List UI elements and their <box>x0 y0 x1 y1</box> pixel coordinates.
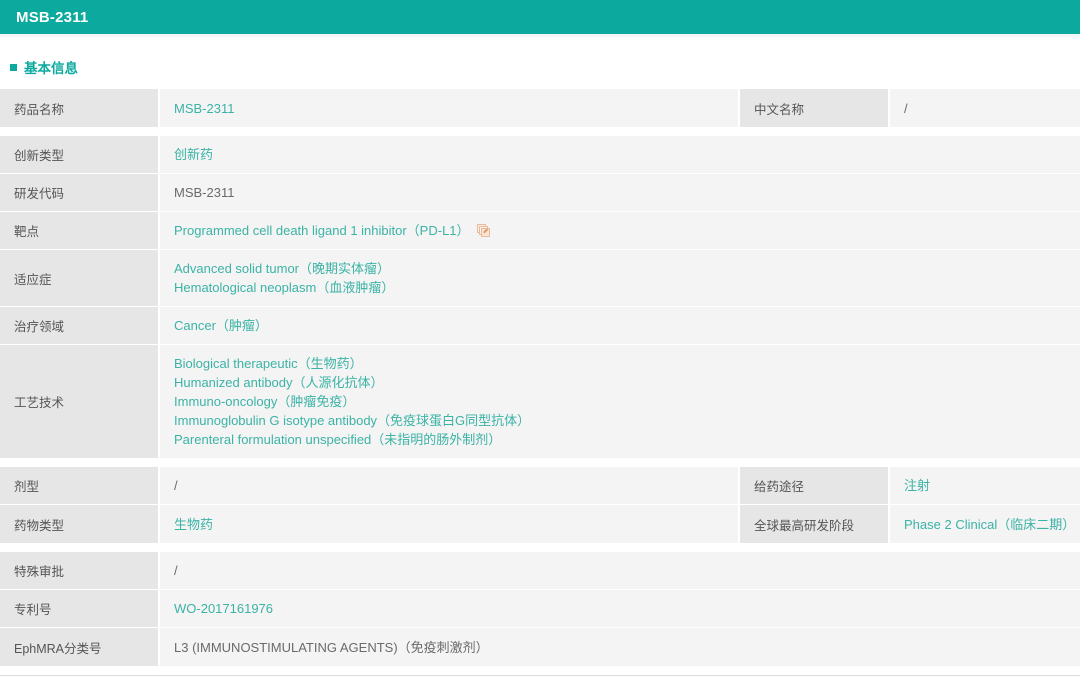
table-cell-label: 中文名称 <box>738 89 890 127</box>
table-cell-value: / <box>160 552 1080 589</box>
value-link[interactable]: Hematological neoplasm（血液肿瘤） <box>174 278 1080 297</box>
table-row: EphMRA分类号 L3 (IMMUNOSTIMULATING AGENTS)（免… <box>0 628 1080 666</box>
value-link[interactable]: Immuno-oncology（肿瘤免疫） <box>174 392 1080 411</box>
table-cell-label: 药物类型 <box>0 505 160 543</box>
value-link[interactable]: Parenteral formulation unspecified（未指明的肠… <box>174 430 1080 449</box>
window-titlebar: MSB-2311 <box>0 0 1080 34</box>
table-cell-label: 创新类型 <box>0 136 160 173</box>
table-cell-label: 全球最高研发阶段 <box>738 505 890 543</box>
value-text: / <box>174 563 178 578</box>
table-cell-label: 给药途径 <box>738 467 890 504</box>
value-text: MSB-2311 <box>174 185 235 200</box>
table-cell-value: MSB-2311 <box>160 89 738 127</box>
page-title: MSB-2311 <box>16 8 89 26</box>
table-row: 药物类型 生物药 全球最高研发阶段 Phase 2 Clinical（临床二期） <box>0 505 1080 543</box>
table-row: 特殊审批 / <box>0 552 1080 590</box>
table-group: 特殊审批 / 专利号 WO-2017161976 EphMRA分类号 L3 (IMMUNO… <box>0 552 1080 666</box>
value-link[interactable]: WO-2017161976 <box>174 599 1080 618</box>
table-row: 治疗领域 Cancer（肿瘤） <box>0 307 1080 345</box>
table-row: 靶点 Programmed cell death ligand 1 inhibit… <box>0 212 1080 250</box>
table-group: 药品名称 MSB-2311 中文名称 / <box>0 89 1080 127</box>
table-cell-label: EphMRA分类号 <box>0 628 160 666</box>
value-link[interactable]: Programmed cell death ligand 1 inhibitor… <box>174 221 1080 240</box>
table-group: 创新类型 创新药 研发代码 MSB-2311 靶点 Programmed cell dea… <box>0 136 1080 458</box>
table-row: 专利号 WO-2017161976 <box>0 590 1080 628</box>
value-link[interactable]: 创新药 <box>174 145 1080 164</box>
value-link[interactable]: Programmed cell death ligand 1 inhibitor… <box>174 221 470 240</box>
table-cell-value: L3 (IMMUNOSTIMULATING AGENTS)（免疫刺激剂） <box>160 628 1080 666</box>
table-cell-value: / <box>160 467 738 504</box>
table-cell-value: 注射 <box>890 467 1080 504</box>
square-bullet-icon <box>10 63 17 71</box>
table-cell-value: MSB-2311 <box>160 174 1080 211</box>
table-cell-label: 药品名称 <box>0 89 160 127</box>
value-link[interactable]: Humanized antibody（人源化抗体） <box>174 373 1080 392</box>
table-cell-label: 治疗领域 <box>0 307 160 344</box>
table-cell-value: WO-2017161976 <box>160 590 1080 627</box>
table-cell-value: Programmed cell death ligand 1 inhibitor… <box>160 212 1080 249</box>
table-cell-label: 研发代码 <box>0 174 160 211</box>
table-row: 创新类型 创新药 <box>0 136 1080 174</box>
table-row: 适应症 Advanced solid tumor（晚期实体瘤） Hematologi… <box>0 250 1080 307</box>
table-cell-label: 靶点 <box>0 212 160 249</box>
value-text: / <box>174 478 178 493</box>
table-cell-label: 专利号 <box>0 590 160 627</box>
value-link[interactable]: MSB-2311 <box>174 99 738 118</box>
table-cell-label: 工艺技术 <box>0 345 160 458</box>
table-cell-value: Advanced solid tumor（晚期实体瘤） Hematological… <box>160 250 1080 306</box>
table-cell-value: Cancer（肿瘤） <box>160 307 1080 344</box>
value-link[interactable]: 生物药 <box>174 515 738 534</box>
table-cell-value: 创新药 <box>160 136 1080 173</box>
info-table: 药品名称 MSB-2311 中文名称 / 创新类型 创新药 研发代码 MSB-2311 靶点 Pr… <box>0 89 1080 666</box>
table-cell-value: Phase 2 Clinical（临床二期） <box>890 505 1080 543</box>
value-link[interactable]: Phase 2 Clinical（临床二期） <box>904 515 1080 534</box>
table-row: 研发代码 MSB-2311 <box>0 174 1080 212</box>
value-text: L3 (IMMUNOSTIMULATING AGENTS)（免疫刺激剂） <box>174 639 489 655</box>
table-group: 剂型 / 给药途径 注射药物类型 生物药 全球最高研发阶段 Phase 2 Clinical… <box>0 467 1080 543</box>
section-header-basic-info: 基本信息 <box>10 57 1080 77</box>
value-text: / <box>904 100 908 116</box>
table-cell-value: / <box>890 89 1080 127</box>
value-link[interactable]: 注射 <box>904 476 1080 495</box>
table-cell-value: 生物药 <box>160 505 738 543</box>
table-cell-value: Biological therapeutic（生物药） Humanized ant… <box>160 345 1080 458</box>
table-row: 药品名称 MSB-2311 中文名称 / <box>0 89 1080 127</box>
titlebar-underline <box>0 34 1080 37</box>
table-row: 工艺技术 Biological therapeutic（生物药） Humanized… <box>0 345 1080 458</box>
section-title: 基本信息 <box>24 61 78 76</box>
table-cell-label: 特殊审批 <box>0 552 160 589</box>
external-link-icon[interactable] <box>476 224 490 237</box>
value-link[interactable]: Advanced solid tumor（晚期实体瘤） <box>174 259 1080 278</box>
table-cell-label: 剂型 <box>0 467 160 504</box>
table-cell-label: 适应症 <box>0 250 160 306</box>
value-link[interactable]: Biological therapeutic（生物药） <box>174 354 1080 373</box>
bottom-divider <box>0 675 1080 676</box>
value-link[interactable]: Cancer（肿瘤） <box>174 316 1080 335</box>
value-link[interactable]: Immunoglobulin G isotype antibody（免疫球蛋白G… <box>174 411 1080 430</box>
table-row: 剂型 / 给药途径 注射 <box>0 467 1080 505</box>
